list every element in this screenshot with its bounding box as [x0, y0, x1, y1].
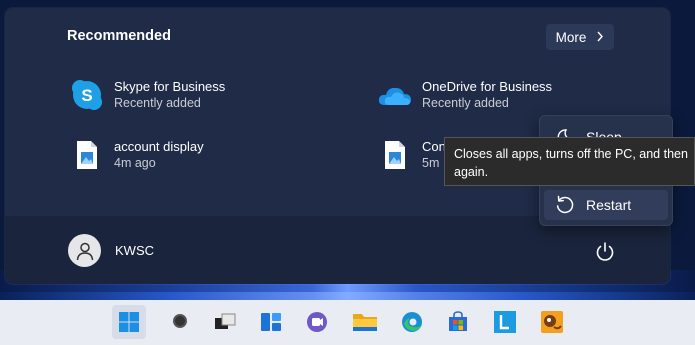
recommended-item-con[interactable]: Con 5m: [375, 137, 446, 173]
widgets-button[interactable]: [254, 305, 288, 339]
recommended-item-onedrive[interactable]: OneDrive for Business Recently added: [375, 77, 552, 113]
item-subtitle: 5m: [422, 156, 440, 170]
lync-icon: [494, 311, 516, 333]
file-explorer-button[interactable]: [348, 305, 382, 339]
restart-icon: [554, 194, 576, 216]
start-button[interactable]: [112, 305, 146, 339]
widgets-icon: [261, 313, 281, 331]
item-subtitle: Recently added: [114, 96, 201, 110]
more-button[interactable]: More: [546, 24, 614, 50]
start-menu-footer: KWSC: [5, 216, 670, 284]
game-button[interactable]: [535, 305, 569, 339]
restart-label: Restart: [586, 197, 632, 213]
svg-text:S: S: [81, 86, 92, 105]
edge-button[interactable]: [395, 305, 429, 339]
edge-icon: [402, 312, 422, 332]
store-button[interactable]: [441, 305, 475, 339]
teams-chat-icon: [307, 312, 327, 332]
onedrive-icon: [375, 77, 415, 113]
search-button[interactable]: [164, 305, 198, 339]
teams-chat-button[interactable]: [300, 305, 334, 339]
skype-icon: S: [67, 77, 107, 113]
restart-menu-item[interactable]: Restart: [544, 190, 668, 220]
item-name: Skype for Business: [114, 79, 226, 94]
image-file-icon: [67, 137, 107, 173]
task-view-button[interactable]: [208, 305, 242, 339]
chevron-right-icon: [596, 30, 604, 45]
item-name: account display: [114, 139, 204, 154]
task-view-icon: [215, 313, 236, 329]
item-subtitle: Recently added: [422, 96, 509, 110]
shutdown-tooltip: Closes all apps, turns off the PC, and t…: [444, 137, 695, 186]
taskbar: [0, 300, 695, 345]
tooltip-line-2: again.: [454, 165, 489, 179]
item-name: Con: [422, 139, 446, 154]
recommended-item-account-display[interactable]: account display 4m ago: [67, 137, 204, 173]
avatar[interactable]: [68, 234, 101, 267]
image-file-icon: [375, 137, 415, 173]
power-icon: [596, 242, 614, 261]
recommended-title: Recommended: [67, 28, 171, 44]
file-explorer-icon: [353, 314, 377, 331]
item-name: OneDrive for Business: [422, 79, 553, 94]
recommended-item-skype[interactable]: S Skype for Business Recently added: [67, 77, 225, 113]
power-button[interactable]: [593, 240, 617, 264]
store-icon: [449, 311, 467, 331]
windows-start-icon: [119, 312, 139, 332]
user-icon: [76, 242, 93, 260]
more-button-label: More: [555, 29, 587, 45]
game-icon: [541, 311, 563, 333]
lync-button[interactable]: [488, 305, 522, 339]
tooltip-line-1: Closes all apps, turns off the PC, and t…: [454, 147, 688, 161]
search-icon: [173, 314, 187, 328]
user-name[interactable]: KWSC: [115, 243, 154, 258]
item-subtitle: 4m ago: [114, 156, 156, 170]
